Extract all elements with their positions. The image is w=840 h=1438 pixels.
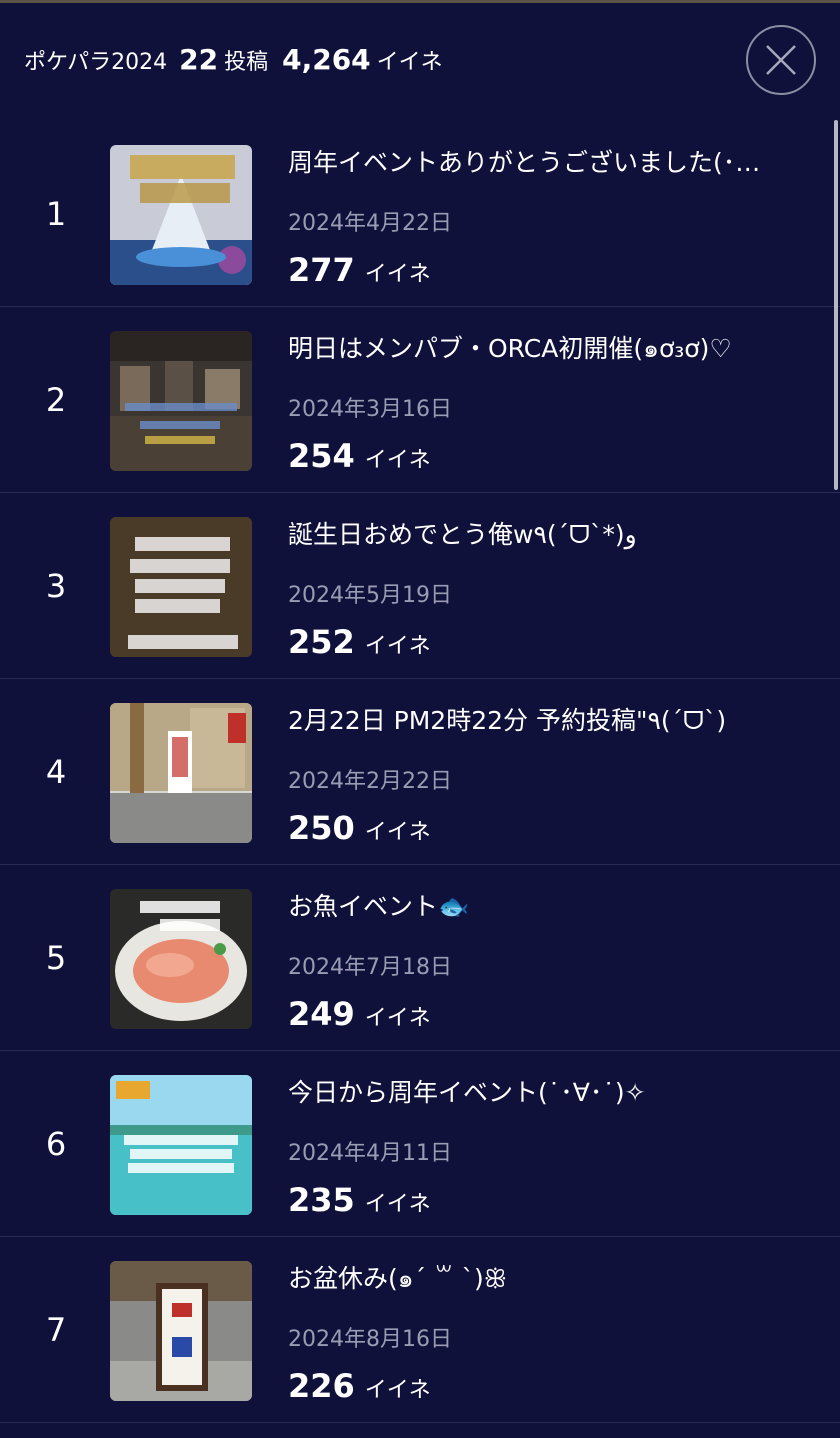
close-button[interactable] (746, 25, 816, 95)
post-row[interactable]: 1 周年イベントありがとうございました(･… 2024年4月22日 277 イイ… (0, 121, 840, 307)
likes-label: イイネ (364, 448, 431, 473)
beach-flyer-image (110, 1075, 252, 1215)
post-thumbnail[interactable] (110, 703, 252, 843)
likes-count: 254 (288, 437, 355, 475)
likes-total-label: イイネ (376, 50, 443, 75)
post-likes: 254 イイネ (288, 437, 431, 475)
likes-count: 252 (288, 623, 355, 661)
post-date: 2024年4月11日 (288, 1141, 452, 1166)
post-row[interactable]: 6 今日から周年イベント(˙･∀･˙)✧ 2024年4月11日 235 イイネ (0, 1051, 840, 1237)
anniversary-cake-image (110, 145, 252, 285)
rank-number: 6 (45, 1125, 67, 1163)
post-likes: 226 イイネ (288, 1367, 431, 1405)
likes-label: イイネ (364, 1192, 431, 1217)
header-title: ポケパラ2024 (24, 50, 168, 75)
post-likes: 252 イイネ (288, 623, 431, 661)
header-summary: ポケパラ2024 22 投稿 4,264 イイネ (24, 43, 457, 76)
post-title[interactable]: 誕生日おめでとう俺w٩(ˊᗜˋ*)و (288, 515, 816, 551)
post-thumbnail[interactable] (110, 331, 252, 471)
post-likes: 249 イイネ (288, 995, 431, 1033)
likes-label: イイネ (364, 634, 431, 659)
ranking-header: ポケパラ2024 22 投稿 4,264 イイネ (0, 3, 840, 121)
scrollbar[interactable] (834, 120, 838, 490)
post-likes: 250 イイネ (288, 809, 431, 847)
rank-number: 3 (45, 567, 67, 605)
post-title[interactable]: お盆休み(๑ˊ ꒳ ˋ)ꕥ (288, 1259, 816, 1299)
shop-entrance-image (110, 703, 252, 843)
post-row[interactable]: 2 明日はメンパブ・ORCA初開催(๑ơ₃ơ)♡ 2024年3月16日 254 … (0, 307, 840, 493)
rank-number: 4 (45, 753, 67, 791)
likes-label: イイネ (364, 1006, 431, 1031)
likes-total: 4,264 (282, 43, 371, 76)
rank-number: 7 (45, 1311, 67, 1349)
likes-count: 235 (288, 1181, 355, 1219)
post-title[interactable]: 今日から周年イベント(˙･∀･˙)✧ (288, 1073, 816, 1109)
post-row[interactable]: 3 誕生日おめでとう俺w٩(ˊᗜˋ*)و 2024年5月19日 252 イイネ (0, 493, 840, 679)
post-title[interactable]: 周年イベントありがとうございました(･… (288, 143, 816, 179)
rank-number: 1 (45, 195, 67, 233)
post-row[interactable]: 4 2月22日 PM2時22分 予約投稿"٩(ˊᗜˋ) 2024年2月22日 2… (0, 679, 840, 865)
fish-plate-image (110, 889, 252, 1029)
post-date: 2024年4月22日 (288, 211, 452, 236)
post-thumbnail[interactable] (110, 889, 252, 1029)
street-sign-image (110, 1261, 252, 1401)
post-title[interactable]: お魚イベント🐟 (288, 887, 816, 923)
post-date: 2024年7月18日 (288, 955, 452, 980)
post-title[interactable]: 明日はメンパブ・ORCA初開催(๑ơ₃ơ)♡ (288, 329, 816, 369)
post-likes: 277 イイネ (288, 251, 431, 289)
post-row[interactable]: 7 お盆休み(๑ˊ ꒳ ˋ)ꕥ 2024年8月16日 226 イイネ (0, 1237, 840, 1423)
likes-label: イイネ (364, 1378, 431, 1403)
likes-label: イイネ (364, 262, 431, 287)
post-thumbnail[interactable] (110, 1261, 252, 1401)
post-date: 2024年3月16日 (288, 397, 452, 422)
post-likes: 235 イイネ (288, 1181, 431, 1219)
posts-label: 投稿 (224, 50, 269, 75)
post-thumbnail[interactable] (110, 145, 252, 285)
rank-number: 5 (45, 939, 67, 977)
post-date: 2024年2月22日 (288, 769, 452, 794)
likes-count: 226 (288, 1367, 355, 1405)
likes-label: イイネ (364, 820, 431, 845)
likes-count: 250 (288, 809, 355, 847)
post-row[interactable]: 5 お魚イベント🐟 2024年7月18日 249 イイネ (0, 865, 840, 1051)
post-date: 2024年5月19日 (288, 583, 452, 608)
post-title[interactable]: 2月22日 PM2時22分 予約投稿"٩(ˊᗜˋ) (288, 701, 816, 737)
post-date: 2024年8月16日 (288, 1327, 452, 1352)
likes-count: 277 (288, 251, 355, 289)
recruit-poster-image (110, 517, 252, 657)
rank-number: 2 (45, 381, 67, 419)
bar-interior-image (110, 331, 252, 471)
post-thumbnail[interactable] (110, 517, 252, 657)
post-ranking-list: 1 周年イベントありがとうございました(･… 2024年4月22日 277 イイ… (0, 121, 840, 1423)
post-thumbnail[interactable] (110, 1075, 252, 1215)
likes-count: 249 (288, 995, 355, 1033)
posts-count: 22 (179, 43, 219, 76)
close-icon (766, 45, 796, 75)
